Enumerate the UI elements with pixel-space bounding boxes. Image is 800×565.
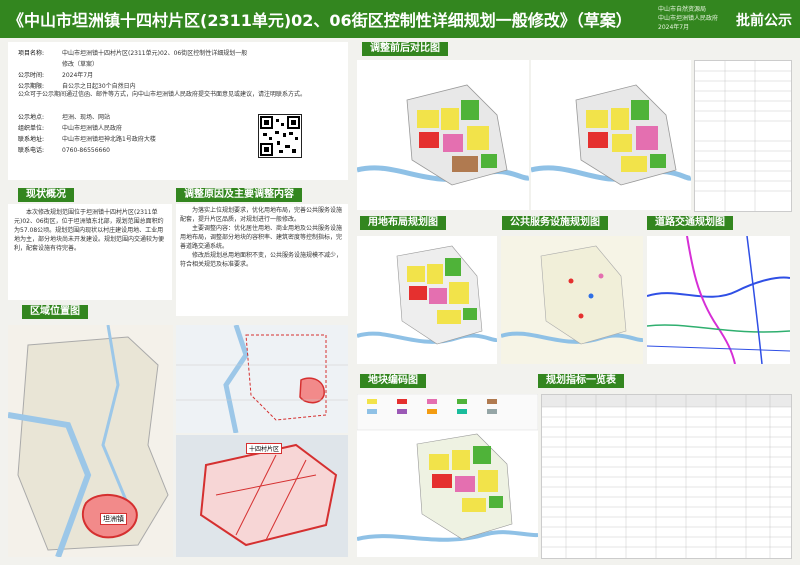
section-title-road: 道路交通规划图 [647,216,733,230]
reason-text-3: 修改后规划总用地面积不变，公共服务设施规模不减少，符合相关规范及标准要求。 [180,252,343,268]
info-value: 中山市坦洲镇十四村片区(2311单元)02、06街区控制性详细规划一般修改（草案… [62,50,248,68]
info-key: 公示时间: [18,72,45,79]
status-panel: 本次修改规划范围位于坦洲镇十四村片区(2311单元)02、06街区，位于坦洲镇东… [8,204,172,300]
section-title-plot: 地块编码图 [360,374,426,388]
location-region-label: 坦洲镇 [100,513,127,525]
contact-row: 组织单位: 中山市坦洲镇人民政府 [18,123,258,134]
info-row: 项目名称: 中山市坦洲镇十四村片区(2311单元)02、06街区控制性详细规划一般… [18,48,248,70]
planning-index-table [541,394,792,559]
location-map-town [176,325,348,433]
info-value: 2024年7月 [62,72,94,79]
header-bar: 《中山市坦洲镇十四村片区(2311单元)02、06街区控制性详细规划一般修改》（… [0,0,800,38]
contact-key: 组织单位: [18,125,45,132]
contact-row: 公示地点: 坦洲、现场、网站 [18,112,258,123]
contact-key: 联系地址: [18,136,45,143]
info-list: 项目名称: 中山市坦洲镇十四村片区(2311单元)02、06街区控制性详细规划一般… [18,48,248,92]
reason-text-1: 为落实上位规划要求，优化用地布局，完善公共服务设施配套，提升片区品质，对规划进行… [180,207,343,223]
org-info: 中山市自然资源局 中山市坦洲镇人民政府 2024年7月 [658,5,728,32]
contact-value: 中山市坦洲镇人民政府 [62,125,123,132]
reason-text-2: 主要调整内容：优化居住用地、商业用地及公共服务设施用地布局，调整部分地块的容积率… [180,225,343,250]
section-title-landuse: 用地布局规划图 [360,216,446,230]
info-desc: 公众可于公示期间通过信函、邮件等方式，向中山市坦洲镇人民政府提交书面意见或建议，… [18,91,307,98]
plot-code-map [357,394,538,557]
contact-key: 公示地点: [18,114,45,121]
section-title-index: 规划指标一览表 [538,374,624,388]
contact-row: 联系地址: 中山市坦洲镇坦神北路1号政府大楼 [18,134,258,145]
status-text: 本次修改规划范围位于坦洲镇十四村片区(2311单元)02、06街区，位于坦洲镇东… [14,209,165,252]
reason-panel: 为落实上位规划要求，优化用地布局，完善公共服务设施配套，提升片区品质，对规划进行… [176,204,348,316]
section-title-location: 区域位置图 [22,305,88,319]
location-map-regional: 坦洲镇 [8,325,173,557]
contact-key: 联系电话: [18,147,45,154]
contact-value: 0760-86556660 [62,147,110,154]
org-line-1: 中山市自然资源局 [658,6,707,13]
contact-list: 公示地点: 坦洲、现场、网站 组织单位: 中山市坦洲镇人民政府 联系地址: 中山市坦洲… [18,112,258,156]
road-traffic-map [647,236,790,364]
contact-value: 中山市坦洲镇坦神北路1号政府大楼 [62,136,156,143]
contact-row: 联系电话: 0760-86556660 [18,145,258,156]
landuse-map [357,236,497,364]
org-line-3: 2024年7月 [658,24,690,31]
location-area-label: 十四村片区 [246,443,283,454]
compare-map-before [357,60,529,210]
info-panel: 项目名称: 中山市坦洲镇十四村片区(2311单元)02、06街区控制性详细规划一般… [8,42,348,180]
compare-legend-table [694,60,792,212]
qr-code [258,114,302,158]
location-map-area: 十四村片区 [176,435,348,557]
public-facility-map [501,236,643,364]
info-key: 项目名称: [18,50,45,57]
contact-value: 坦洲、现场、网站 [62,114,111,121]
compare-map-after [531,60,691,210]
org-line-2: 中山市坦洲镇人民政府 [658,15,719,22]
page-title: 《中山市坦洲镇十四村片区(2311单元)02、06街区控制性详细规划一般修改》（… [8,11,632,30]
section-title-status: 现状概况 [18,188,74,202]
section-title-public: 公共服务设施规划图 [502,216,608,230]
info-row: 公示时间: 2024年7月 [18,70,248,81]
section-title-reason: 调整原因及主要调整内容 [176,188,302,202]
section-title-compare: 调整前后对比图 [362,42,448,56]
publicity-badge: 批前公示 [736,13,792,29]
